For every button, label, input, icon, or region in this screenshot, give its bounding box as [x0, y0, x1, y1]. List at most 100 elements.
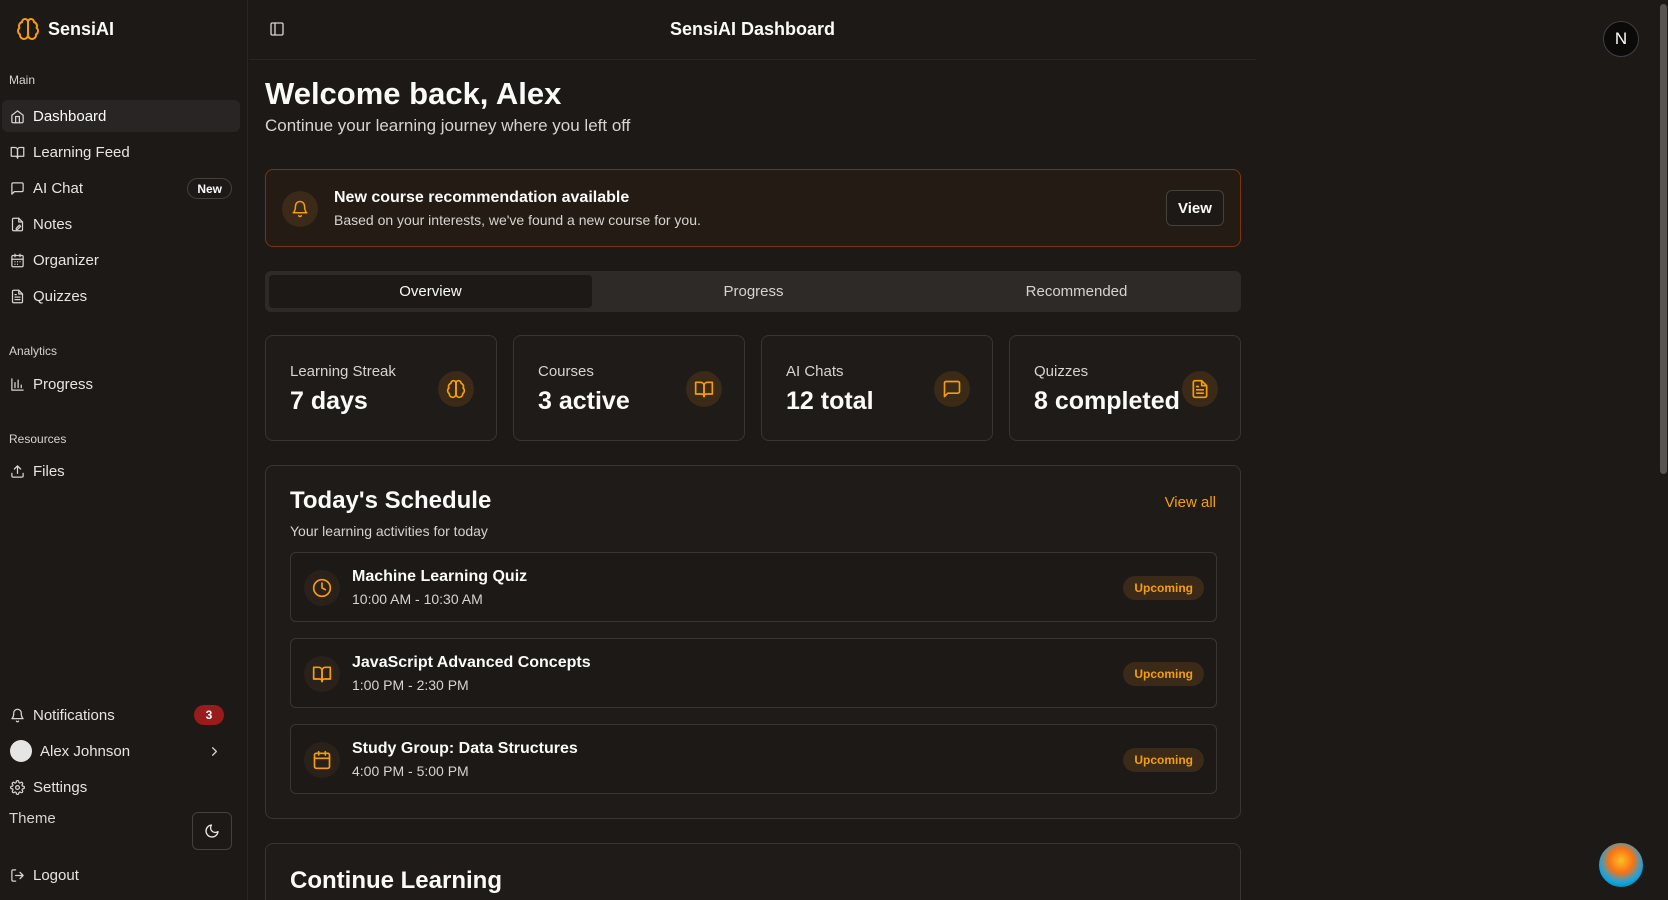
sidebar-item-label: Learning Feed	[33, 143, 130, 161]
theme-label: Theme	[9, 810, 56, 827]
group-label-main: Main	[9, 73, 36, 87]
sidebar-item-label: Organizer	[33, 251, 99, 269]
brand-name: SensiAI	[48, 18, 115, 39]
schedule-item[interactable]: Study Group: Data Structures 4:00 PM - 5…	[290, 724, 1217, 794]
continue-learning-title: Continue Learning	[290, 867, 502, 894]
brain-logo-icon	[16, 17, 40, 41]
sidebar: SensiAI Main Dashboard Learning Feed AI …	[0, 0, 248, 900]
schedule-subtitle: Your learning activities for today	[290, 523, 488, 539]
home-icon	[10, 109, 25, 124]
user-avatar-button[interactable]: N	[1603, 21, 1639, 57]
sidebar-item-quizzes[interactable]: Quizzes	[2, 280, 240, 312]
notifications-label: Notifications	[33, 706, 115, 724]
user-name: Alex Johnson	[40, 742, 131, 760]
group-label-resources: Resources	[9, 432, 67, 446]
stat-card-ai-chats: AI Chats 12 total	[761, 335, 993, 441]
tab-progress[interactable]: Progress	[592, 275, 915, 308]
sidebar-item-learning-feed[interactable]: Learning Feed	[2, 136, 240, 168]
tab-overview[interactable]: Overview	[269, 275, 592, 308]
calendar-icon	[304, 742, 340, 778]
book-icon	[304, 656, 340, 692]
schedule-item[interactable]: Machine Learning Quiz 10:00 AM - 10:30 A…	[290, 552, 1217, 622]
moon-icon	[204, 823, 220, 839]
sidebar-item-label: Quizzes	[33, 287, 88, 305]
sidebar-item-label: Dashboard	[33, 107, 107, 125]
schedule-item-name: Machine Learning Quiz	[352, 568, 528, 585]
bar-chart-icon	[10, 377, 25, 392]
schedule-item-name: Study Group: Data Structures	[352, 740, 578, 757]
logout-label: Logout	[33, 866, 79, 884]
schedule-item-time: 4:00 PM - 5:00 PM	[352, 763, 469, 779]
stat-card-courses: Courses 3 active	[513, 335, 745, 441]
sidebar-item-organizer[interactable]: Organizer	[2, 244, 240, 276]
clock-icon	[304, 570, 340, 606]
tab-bar: Overview Progress Recommended	[265, 271, 1241, 312]
stat-value: 3 active	[538, 387, 630, 415]
brain-icon	[438, 371, 474, 407]
file-text-icon	[10, 289, 25, 304]
stat-value: 7 days	[290, 387, 368, 415]
sidebar-item-files[interactable]: Files	[2, 455, 240, 487]
stat-card-learning-streak: Learning Streak 7 days	[265, 335, 497, 441]
sidebar-item-label: Files	[33, 462, 65, 480]
stat-value: 8 completed	[1034, 387, 1180, 415]
stat-label: Courses	[538, 363, 594, 380]
view-all-link[interactable]: View all	[1165, 494, 1216, 511]
continue-learning-card: Continue Learning	[265, 843, 1241, 900]
bell-icon	[10, 708, 25, 723]
user-profile-item[interactable]: Alex Johnson	[2, 735, 240, 767]
stat-label: AI Chats	[786, 363, 844, 380]
stat-label: Learning Streak	[290, 363, 396, 380]
view-button[interactable]: View	[1166, 190, 1224, 226]
page-title: SensiAI Dashboard	[669, 19, 836, 39]
schedule-item-name: JavaScript Advanced Concepts	[352, 654, 591, 671]
schedule-item-time: 1:00 PM - 2:30 PM	[352, 677, 469, 693]
schedule-title: Today's Schedule	[290, 487, 492, 514]
status-badge: Upcoming	[1123, 662, 1204, 686]
status-badge: Upcoming	[1123, 748, 1204, 772]
sidebar-item-label: Progress	[33, 375, 94, 393]
sidebar-item-progress[interactable]: Progress	[2, 368, 240, 400]
sidebar-item-ai-chat[interactable]: AI Chat New	[2, 172, 240, 204]
scrollbar-thumb[interactable]	[1660, 4, 1667, 474]
theme-toggle-button[interactable]	[192, 812, 232, 850]
recommendation-notice: New course recommendation available Base…	[265, 169, 1241, 247]
chevron-right-icon	[207, 744, 222, 759]
brand[interactable]: SensiAI	[16, 17, 114, 41]
status-badge: Upcoming	[1123, 576, 1204, 600]
upload-icon	[10, 464, 25, 479]
group-label-analytics: Analytics	[9, 344, 58, 358]
logout-item[interactable]: Logout	[2, 859, 240, 891]
stat-label: Quizzes	[1034, 363, 1089, 380]
welcome-subtitle: Continue your learning journey where you…	[265, 116, 631, 135]
notice-text: Based on your interests, we've found a n…	[334, 212, 701, 228]
settings-item[interactable]: Settings	[2, 771, 240, 803]
notifications-item[interactable]: Notifications 3	[2, 699, 240, 731]
sidebar-item-notes[interactable]: Notes	[2, 208, 240, 240]
logout-icon	[10, 868, 25, 883]
file-pen-icon	[10, 217, 25, 232]
welcome-title: Welcome back, Alex	[265, 76, 562, 111]
sidebar-item-dashboard[interactable]: Dashboard	[2, 100, 240, 132]
schedule-item[interactable]: JavaScript Advanced Concepts 1:00 PM - 2…	[290, 638, 1217, 708]
tab-recommended[interactable]: Recommended	[915, 275, 1238, 308]
new-badge: New	[187, 178, 232, 199]
book-icon	[686, 371, 722, 407]
avatar	[10, 740, 32, 762]
settings-label: Settings	[33, 778, 88, 796]
schedule-card: Today's Schedule Your learning activitie…	[265, 465, 1241, 819]
bell-icon	[282, 191, 318, 227]
schedule-item-time: 10:00 AM - 10:30 AM	[352, 591, 483, 607]
gear-icon	[10, 779, 25, 795]
book-icon	[10, 145, 25, 160]
calendar-icon	[10, 253, 25, 268]
sidebar-item-label: AI Chat	[33, 179, 84, 197]
message-icon	[10, 181, 25, 196]
notice-title: New course recommendation available	[334, 189, 630, 206]
notification-count-badge: 3	[194, 705, 224, 725]
sidebar-item-label: Notes	[33, 215, 73, 233]
top-header: SensiAI Dashboard	[249, 0, 1256, 60]
floating-assistant-avatar[interactable]	[1597, 841, 1645, 889]
message-icon	[934, 371, 970, 407]
file-text-icon	[1182, 371, 1218, 407]
